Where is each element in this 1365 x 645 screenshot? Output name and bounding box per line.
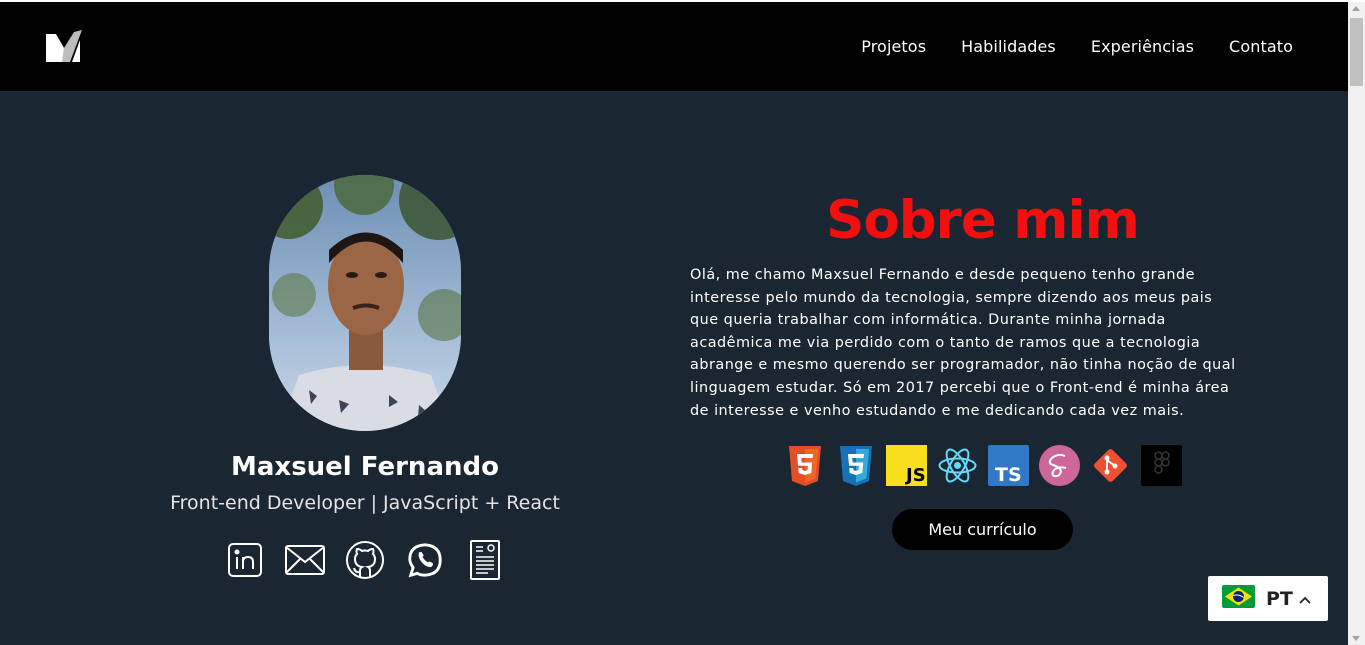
about-line: acadêmica me via perdido com o tanto de … bbox=[690, 334, 1201, 351]
about-line: interesse pelo mundo da tecnologia, semp… bbox=[690, 289, 1213, 306]
language-label: PT bbox=[1266, 587, 1293, 610]
figma-icon bbox=[1141, 445, 1182, 486]
nav-link-projetos[interactable]: Projetos bbox=[861, 37, 926, 56]
typescript-icon: TS bbox=[988, 445, 1029, 486]
about-text: Olá, me chamo Maxsuel Fernando e desde p… bbox=[690, 264, 1290, 422]
nav-link-contato[interactable]: Contato bbox=[1229, 37, 1293, 56]
git-icon bbox=[1090, 445, 1131, 486]
svg-text:TS: TS bbox=[995, 464, 1022, 486]
navbar: Projetos Habilidades Experiências Contat… bbox=[0, 2, 1348, 91]
svg-text:JS: JS bbox=[904, 465, 926, 486]
scrollbar-thumb[interactable] bbox=[1350, 18, 1363, 86]
react-icon bbox=[937, 445, 978, 486]
about-line: que queria trabalhar com informática. Du… bbox=[690, 312, 1166, 329]
sass-icon bbox=[1039, 445, 1080, 486]
html5-icon bbox=[784, 445, 825, 486]
resume-button[interactable]: Meu currículo bbox=[892, 509, 1073, 550]
linkedin-icon[interactable] bbox=[225, 540, 265, 580]
brazil-flag-icon bbox=[1222, 585, 1255, 612]
scroll-down-icon[interactable] bbox=[1352, 636, 1360, 641]
about-line: de interesse e venho estudando e me dedi… bbox=[690, 402, 1185, 419]
about-line: abrange e mesmo querendo ser programador… bbox=[690, 357, 1236, 374]
resume-icon[interactable] bbox=[465, 540, 505, 580]
tech-stack: JS TS bbox=[784, 445, 1182, 486]
nav-menu: Projetos Habilidades Experiências Contat… bbox=[861, 37, 1293, 56]
about-line: Olá, me chamo Maxsuel Fernando e desde p… bbox=[690, 267, 1196, 283]
nav-link-habilidades[interactable]: Habilidades bbox=[961, 37, 1056, 56]
css3-icon bbox=[835, 445, 876, 486]
profile-name: Maxsuel Fernando bbox=[231, 452, 499, 482]
about-title: Sobre mim bbox=[826, 190, 1140, 251]
profile-role: Front-end Developer | JavaScript + React bbox=[170, 492, 560, 514]
scrollbar[interactable] bbox=[1348, 2, 1365, 645]
logo-icon[interactable] bbox=[44, 28, 84, 64]
whatsapp-icon[interactable] bbox=[405, 540, 445, 580]
chevron-up-icon bbox=[1299, 589, 1311, 608]
about-line: linguagem estudar. Só em 2017 percebi qu… bbox=[690, 379, 1230, 396]
profile-photo bbox=[269, 175, 461, 431]
javascript-icon: JS bbox=[886, 445, 927, 486]
scroll-up-icon[interactable] bbox=[1352, 6, 1360, 11]
nav-link-experiencias[interactable]: Experiências bbox=[1091, 37, 1194, 56]
mail-icon[interactable] bbox=[285, 540, 325, 580]
github-icon[interactable] bbox=[345, 540, 385, 580]
language-selector[interactable]: PT bbox=[1208, 576, 1328, 621]
social-links bbox=[225, 540, 505, 580]
